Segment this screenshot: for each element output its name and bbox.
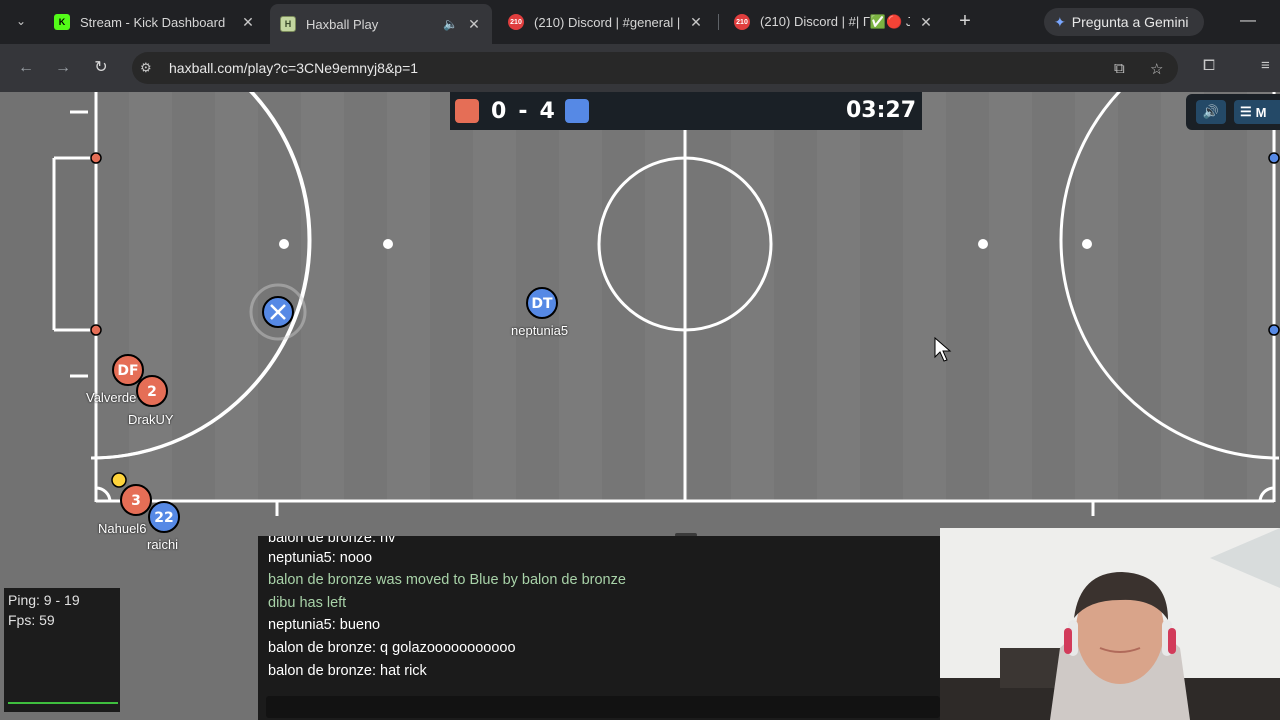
hamburger-icon: ☰ [1240, 104, 1252, 119]
chat-input[interactable] [266, 696, 940, 718]
plus-icon: + [959, 10, 971, 32]
goal-post-red [90, 152, 102, 164]
chat-system-message: balon de bronze was moved to Blue by bal… [268, 572, 626, 588]
svg-text:DT: DT [531, 296, 553, 312]
arrow-right-icon: → [55, 59, 71, 76]
gemini-label: Pregunta a Gemini [1071, 14, 1189, 30]
ping-readout: Ping: 9 - 19 [8, 592, 80, 608]
tab-title: (210) Discord | #| Г✅🔴 J [760, 14, 910, 29]
webcam-overlay [940, 528, 1280, 720]
svg-text:22: 22 [154, 510, 173, 526]
reload-button[interactable]: ↻ [89, 56, 113, 80]
kick-favicon-icon: K [54, 14, 70, 30]
discord-favicon-icon: 210 [508, 14, 524, 30]
player-2: 2 [136, 375, 168, 407]
chat-system-message: dibu has left [268, 595, 347, 611]
ball [111, 472, 127, 488]
game-menu-bar: 🔊 ☰ M [1186, 94, 1280, 130]
minimize-button[interactable]: — [1240, 12, 1256, 30]
tab-title: Haxball Play [306, 16, 379, 32]
tab-title: (210) Discord | #general | F [534, 14, 680, 30]
player-name-valverde: Valverde [86, 390, 137, 405]
speaker-icon[interactable]: 🔈 [443, 17, 458, 31]
goal-post-blue [1268, 324, 1280, 336]
close-icon[interactable]: ✕ [918, 14, 934, 31]
bookmark-star-icon[interactable]: ☆ [1150, 60, 1163, 78]
blue-team-icon [564, 99, 589, 123]
fps-readout: Fps: 59 [8, 612, 55, 628]
chat-message: balon de bronze: hat rick [268, 663, 427, 679]
close-icon[interactable]: ✕ [466, 16, 482, 33]
arrow-left-icon: ← [18, 59, 34, 76]
haxball-favicon-icon: H [280, 16, 296, 32]
tab-haxball-play[interactable]: H Haxball Play 🔈 ✕ [270, 4, 492, 44]
player-dt: DT [526, 287, 558, 319]
svg-text:DF: DF [117, 363, 138, 379]
game-viewport[interactable]: DT DF 2 3 22 Valverde DrakUY neptunia5 N… [0, 92, 1280, 720]
sound-button[interactable]: 🔊 [1196, 100, 1226, 124]
translate-icon[interactable]: ⧉ [1114, 60, 1125, 77]
chat-message: neptunia5: bueno [268, 617, 381, 633]
gemini-button[interactable]: ✦ Pregunta a Gemini [1044, 8, 1204, 36]
chevron-down-icon: ⌄ [15, 14, 27, 28]
close-icon[interactable]: ✕ [240, 14, 256, 31]
score-separator: - [518, 98, 528, 124]
fps-graph [8, 702, 118, 704]
close-icon[interactable]: ✕ [688, 14, 704, 31]
red-team-icon [455, 99, 479, 123]
site-info-icon[interactable]: ⚙ [140, 60, 152, 76]
chat-message: balon de bronze: q golazooooooooooo [268, 640, 516, 656]
tab-separator [718, 14, 719, 30]
red-score: 0 [491, 98, 507, 124]
chat-message: balon de bronze: nv [268, 536, 396, 546]
menu-button[interactable]: ☰ M [1234, 100, 1280, 124]
tab-title: Stream - Kick Dashboard [80, 14, 226, 30]
extensions-icon[interactable]: ⧠ [1203, 57, 1215, 74]
speaker-icon: 🔊 [1202, 104, 1220, 119]
gemini-sparkle-icon: ✦ [1054, 13, 1066, 30]
tab-kick-dashboard[interactable]: K Stream - Kick Dashboard ✕ [44, 6, 266, 38]
discord-favicon-icon: 210 [734, 14, 750, 30]
player-name-nahuel: Nahuel6 [98, 521, 147, 536]
player-df: DF [112, 354, 144, 386]
goal-post-red [90, 324, 102, 336]
menu-label: M [1255, 104, 1267, 120]
chat-panel: balon de bronze: nv neptunia5: nooo balo… [258, 536, 940, 720]
svg-text:3: 3 [131, 493, 141, 509]
match-timer: 03:27 [845, 98, 916, 123]
svg-text:2: 2 [147, 384, 157, 400]
scoreboard: 0 - 4 03:27 [450, 92, 922, 130]
player-name-neptunia5: neptunia5 [511, 323, 569, 338]
network-stats: Ping: 9 - 19 Fps: 59 [4, 588, 120, 712]
blue-score: 4 [539, 98, 555, 124]
player-3: 3 [120, 484, 152, 516]
reload-icon: ↻ [94, 59, 108, 76]
new-tab-button[interactable]: + [954, 10, 976, 32]
reading-list-icon[interactable]: ≡ [1261, 57, 1270, 74]
back-button[interactable]: ← [14, 56, 38, 80]
tab-discord-general[interactable]: 210 (210) Discord | #general | F ✕ [498, 6, 714, 38]
address-bar[interactable]: ⚙ haxball.com/play?c=3CNe9emnyj8&p=1 ⧉ ☆ [132, 52, 1178, 84]
player-22: 22 [148, 501, 180, 533]
browser-toolbar: ← → ↻ ⚙ haxball.com/play?c=3CNe9emnyj8&p… [0, 44, 1280, 92]
tab-strip: ⌄ K Stream - Kick Dashboard ✕ H Haxball … [0, 0, 1280, 44]
player-name-raichi: raichi [147, 537, 179, 552]
chat-message: neptunia5: nooo [268, 550, 373, 566]
url-text: haxball.com/play?c=3CNe9emnyj8&p=1 [169, 60, 419, 76]
goal-post-blue [1268, 152, 1280, 164]
tab-search-button[interactable]: ⌄ [8, 8, 34, 34]
forward-button[interactable]: → [51, 56, 75, 80]
player-name-drakuy: DrakUY [128, 412, 174, 427]
streamer-webcam-image [940, 528, 1280, 720]
tab-discord-channel[interactable]: 210 (210) Discord | #| Г✅🔴 J ✕ [724, 6, 944, 38]
